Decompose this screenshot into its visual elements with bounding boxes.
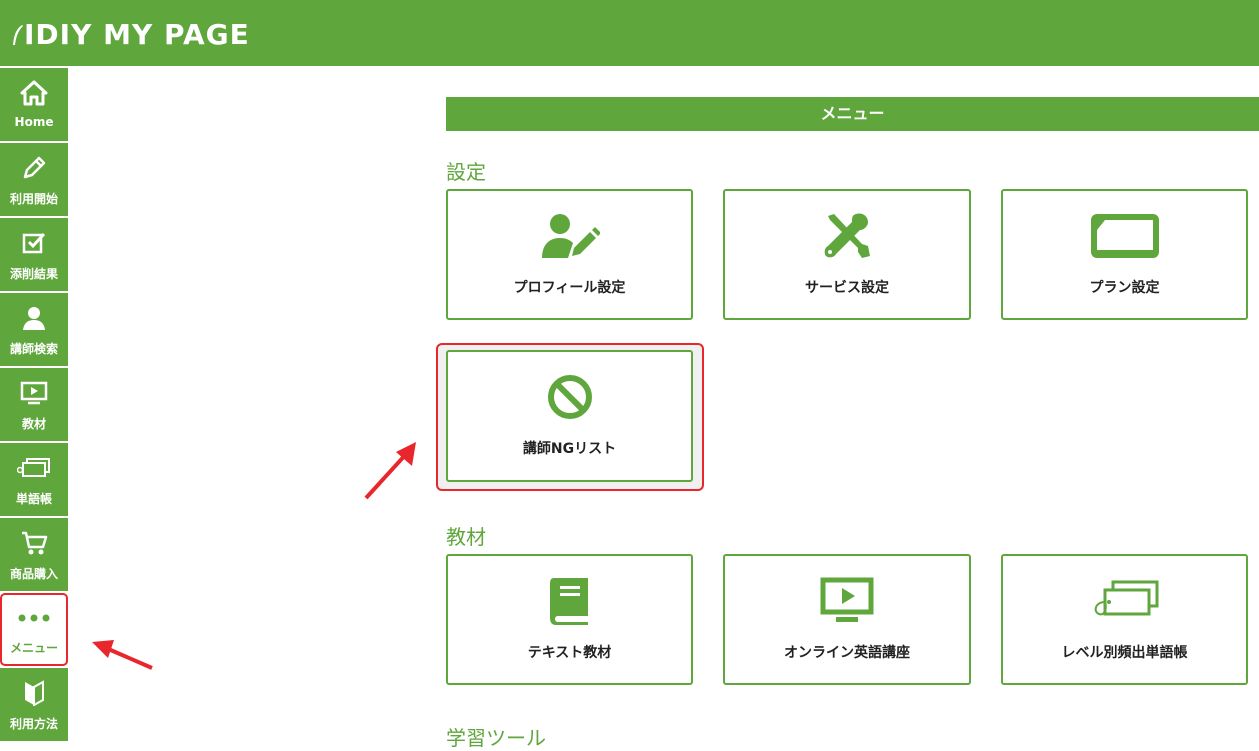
tag-icon [1003,576,1246,626]
card-label: プラン設定 [1089,280,1160,296]
sidebar-item-label: 添削結果 [9,267,58,281]
sidebar-item-wordbook[interactable]: 単語帳 [0,443,68,516]
cart-icon [0,528,68,558]
sidebar-item-results[interactable]: 添削結果 [0,218,68,291]
sidebar-item-home[interactable]: Home [0,68,68,141]
dots-icon [2,603,66,633]
tools-icon [725,211,969,261]
card-label: サービス設定 [805,280,889,296]
sidebar-item-label: 講師検索 [9,342,58,356]
header-bar: IDIY MY PAGE [0,0,1259,66]
section-title-study-tools: 学習ツール [446,726,546,750]
card-label: プロフィール設定 [513,280,626,296]
card-label: オンライン英語講座 [784,645,910,661]
sidebar-item-shop[interactable]: 商品購入 [0,518,68,591]
sidebar-item-label: Home [14,115,54,129]
annotation-arrow-left [92,640,153,670]
card-plan-settings[interactable]: プラン設定 [1001,189,1248,320]
monitor-play-icon [0,378,68,408]
book-icon [448,576,691,626]
sidebar-item-label: 商品購入 [9,567,58,581]
sidebar-item-label: 利用方法 [9,717,58,731]
logo[interactable]: IDIY MY PAGE [12,18,250,51]
card-label: レベル別頻出単語帳 [1061,645,1188,661]
pencil-icon [0,153,68,183]
beginner-mark-icon [0,678,68,708]
card-service-settings[interactable]: サービス設定 [723,189,971,320]
card-text-materials[interactable]: テキスト教材 [446,554,693,685]
user-edit-icon [448,211,691,261]
ban-icon [448,372,691,422]
video-icon [725,576,969,626]
card-online-course[interactable]: オンライン英語講座 [723,554,971,685]
menu-title-bar: メニュー [446,97,1259,131]
card-label: 講師NGリスト [522,441,617,457]
sidebar-item-label: 利用開始 [9,192,58,206]
sidebar-item-menu[interactable]: メニュー [0,593,68,666]
sidebar: Home 利用開始 添削結果 講師検索 教材 単語帳 商品購入 メニュー 利用方… [0,68,68,741]
card-profile-settings[interactable]: プロフィール設定 [446,189,693,320]
sidebar-item-label: 教材 [21,417,46,431]
card-icon [1003,211,1246,261]
sidebar-item-materials[interactable]: 教材 [0,368,68,441]
person-icon [0,303,68,333]
card-level-wordbook[interactable]: レベル別頻出単語帳 [1001,554,1248,685]
sidebar-item-label: 単語帳 [15,492,52,506]
card-teacher-ng-list[interactable]: 講師NGリスト [446,350,693,482]
section-title-settings: 設定 [446,160,486,184]
section-title-materials: 教材 [446,525,486,549]
feather-icon [13,25,23,45]
page-title: MY PAGE [103,18,250,51]
annotation-arrow-up [364,442,416,500]
tag-icon [0,453,68,483]
logo-text: IDIY [24,18,93,51]
sidebar-item-teacher-search[interactable]: 講師検索 [0,293,68,366]
sidebar-item-start[interactable]: 利用開始 [0,143,68,216]
checkbox-icon [0,228,68,258]
card-label: テキスト教材 [527,645,612,661]
home-icon [0,78,68,108]
sidebar-item-label: メニュー [9,641,58,655]
sidebar-item-how-to-use[interactable]: 利用方法 [0,668,68,741]
